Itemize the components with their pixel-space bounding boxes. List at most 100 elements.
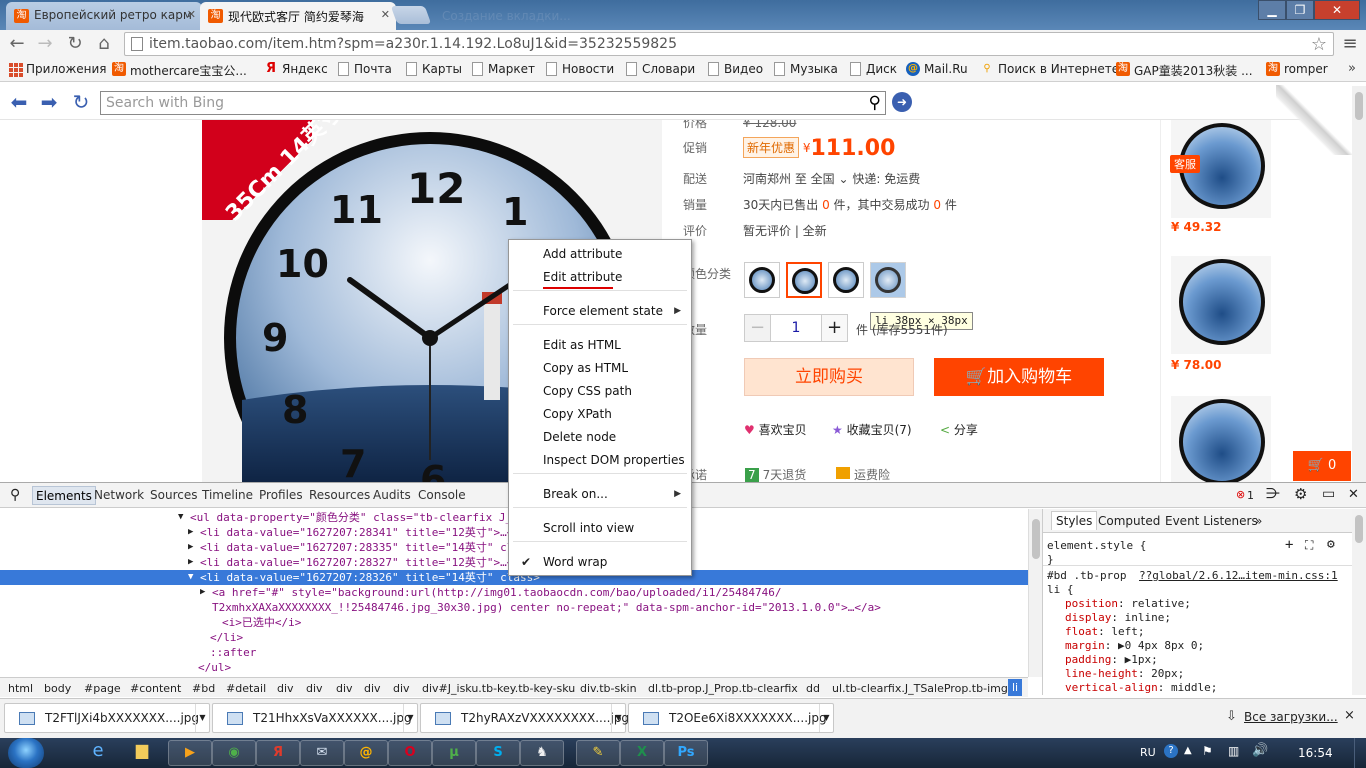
forward-arrow-icon[interactable]: → (34, 33, 56, 55)
dom-expand-icon[interactable]: ▼ (188, 570, 193, 585)
add-rule-icon[interactable]: + (1285, 537, 1293, 553)
chrome-icon[interactable]: ◉ (212, 740, 256, 766)
quantity-plus-button[interactable]: + (821, 315, 847, 341)
shipping-insurance[interactable]: 运费险 (854, 468, 890, 482)
dom-node[interactable]: <i>已选中</i> (0, 615, 1028, 630)
scrollbar-thumb[interactable] (1355, 515, 1363, 543)
address-bar-url[interactable]: item.taobao.com/item.htm?spm=a230r.1.14.… (149, 36, 677, 52)
search-icon[interactable]: ⚲ (869, 93, 881, 113)
paint-icon[interactable]: ✎ (576, 740, 620, 766)
bing-refresh-icon[interactable]: ↻ (70, 91, 92, 113)
color-swatch-14in-selected[interactable] (786, 262, 822, 298)
style-property[interactable]: line-height: 20px; (1065, 667, 1184, 681)
download-item[interactable]: T2hyRAXzVXXXXXXXX....jpg ▼ (420, 703, 629, 733)
tab-resources[interactable]: Resources (309, 488, 370, 502)
skype-icon[interactable]: S (476, 740, 520, 766)
gear-icon[interactable]: ⚙ (1294, 485, 1307, 503)
bookmark-novosti[interactable]: Новости (544, 62, 614, 76)
bing-back-icon[interactable]: ⬅ (8, 91, 30, 113)
tab-sources[interactable]: Sources (150, 488, 197, 502)
breadcrumb-item[interactable]: body (44, 682, 71, 695)
tray-expand-icon[interactable]: ▲ (1184, 745, 1192, 756)
bookmark-star-icon[interactable]: ☆ (1311, 34, 1327, 55)
mail-icon[interactable]: ✉ (300, 740, 344, 766)
dom-node[interactable]: T2xmhxXAXaXXXXXXXX_!!25484746.jpg_30x30.… (0, 600, 1028, 615)
bookmark-market[interactable]: Маркет (470, 62, 535, 76)
minimize-window-button[interactable]: ▁ (1258, 0, 1286, 20)
dock-icon[interactable]: ▭ (1322, 486, 1335, 502)
element-style-rule[interactable]: element.style { (1047, 539, 1146, 553)
home-icon[interactable]: ⌂ (93, 33, 115, 55)
style-property[interactable]: margin: ▶0 4px 8px 0; (1065, 639, 1204, 653)
style-property[interactable]: display: inline; (1065, 611, 1171, 625)
dom-node[interactable]: ▶ <a href="#" style="background:url(http:… (0, 585, 1028, 600)
tab-computed[interactable]: Computed (1098, 514, 1160, 528)
folder-icon[interactable]: ▆ (124, 740, 160, 766)
dom-node[interactable]: ::after (0, 645, 1028, 660)
menu-item-inspect-dom-properties[interactable]: Inspect DOM properties (543, 453, 685, 467)
scrollbar-thumb[interactable] (1032, 519, 1040, 559)
rule-selector-li[interactable]: li { (1047, 583, 1074, 597)
utorrent-icon[interactable]: µ (432, 740, 476, 766)
show-desktop-button[interactable] (1354, 738, 1366, 768)
bookmark-disk[interactable]: Диск (848, 62, 897, 76)
bookmark-yandex[interactable]: Я Яндекс (264, 62, 328, 77)
bookmark-gap[interactable]: 淘 GAP童装2013秋装 ... (1116, 62, 1253, 79)
tab-audits[interactable]: Audits (373, 488, 411, 502)
color-swatch-12in-b[interactable] (828, 262, 864, 298)
page-scrollbar[interactable] (1352, 86, 1366, 482)
styles-scrollbar[interactable] (1352, 509, 1366, 695)
game-icon[interactable]: ♞ (520, 740, 564, 766)
breadcrumb-item[interactable]: #detail (226, 682, 266, 695)
internet-explorer-icon[interactable]: e (80, 740, 116, 766)
mini-cart-button[interactable]: 🛒 0 (1293, 451, 1351, 481)
recommended-item-2[interactable] (1171, 256, 1271, 354)
chevron-down-icon[interactable]: ▼ (819, 704, 833, 732)
show-all-downloads-link[interactable]: Все загрузки... (1244, 710, 1338, 724)
tab-console[interactable]: Console (418, 488, 466, 502)
chevron-down-icon[interactable]: ▼ (403, 704, 417, 732)
bing-search-input[interactable]: Search with Bing ⚲ (100, 91, 886, 115)
close-tab-icon[interactable]: ✕ (187, 8, 196, 21)
style-property[interactable]: float: left; (1065, 625, 1145, 639)
language-indicator[interactable]: RU (1140, 746, 1156, 759)
menu-item-edit-as-html[interactable]: Edit as HTML (543, 338, 621, 352)
breadcrumb-item[interactable]: div (336, 682, 353, 695)
quantity-stepper[interactable]: − 1 + (744, 314, 848, 342)
add-to-cart-button[interactable]: 🛒加入购物车 (934, 358, 1104, 396)
photoshop-icon[interactable]: Ps (664, 740, 708, 766)
dom-node[interactable]: </ul> (0, 660, 1028, 675)
recommended-item-3[interactable] (1171, 396, 1271, 494)
dom-expand-icon[interactable]: ▼ (178, 510, 183, 525)
menu-item-break-on[interactable]: Break on... (543, 487, 608, 501)
bookmark-slovari[interactable]: Словари (624, 62, 695, 76)
bing-forward-icon[interactable]: ➡ (38, 91, 60, 113)
tab-timeline[interactable]: Timeline (202, 488, 253, 502)
bookmark-karty[interactable]: Карты (404, 62, 462, 76)
bookmark-apps[interactable]: Приложения (8, 62, 107, 77)
action-center-icon[interactable]: ⚑ (1202, 744, 1213, 758)
breadcrumb-item[interactable]: ul.tb-clearfix.J_TSaleProp.tb-img (832, 682, 1008, 695)
download-item[interactable]: T21HhxXsVaXXXXXX....jpg ▼ (212, 703, 418, 733)
buy-now-button[interactable]: 立即购买 (744, 358, 914, 396)
tab-profiles[interactable]: Profiles (259, 488, 303, 502)
menu-item-delete-node[interactable]: Delete node (543, 430, 616, 444)
breadcrumb-item[interactable]: div (277, 682, 294, 695)
menu-item-copy-xpath[interactable]: Copy XPath (543, 407, 612, 421)
maximize-window-button[interactable]: ❐ (1286, 0, 1314, 20)
close-icon[interactable]: ✕ (1348, 487, 1359, 502)
breadcrumb-item[interactable]: div (364, 682, 381, 695)
bookmark-mothercare[interactable]: 淘 mothercare宝宝公... (112, 62, 247, 79)
menu-item-copy-css-path[interactable]: Copy CSS path (543, 384, 632, 398)
chevron-down-icon[interactable]: ▼ (611, 704, 625, 732)
breadcrumb-item[interactable]: div (393, 682, 410, 695)
breadcrumb-item[interactable]: #page (84, 682, 121, 695)
rule-source-link[interactable]: ??global/2.6.12…item-min.css:1 (1139, 569, 1338, 583)
bing-go-icon[interactable]: ➜ (892, 92, 912, 112)
menu-item-add-attribute[interactable]: Add attribute (543, 247, 622, 261)
dom-expand-icon[interactable]: ▶ (188, 555, 193, 570)
style-property[interactable]: padding: ▶1px; (1065, 653, 1158, 667)
element-state-icon[interactable]: ⛶ (1305, 538, 1313, 553)
yandex-browser-icon[interactable]: Я (256, 740, 300, 766)
breadcrumb-item[interactable]: div (306, 682, 323, 695)
